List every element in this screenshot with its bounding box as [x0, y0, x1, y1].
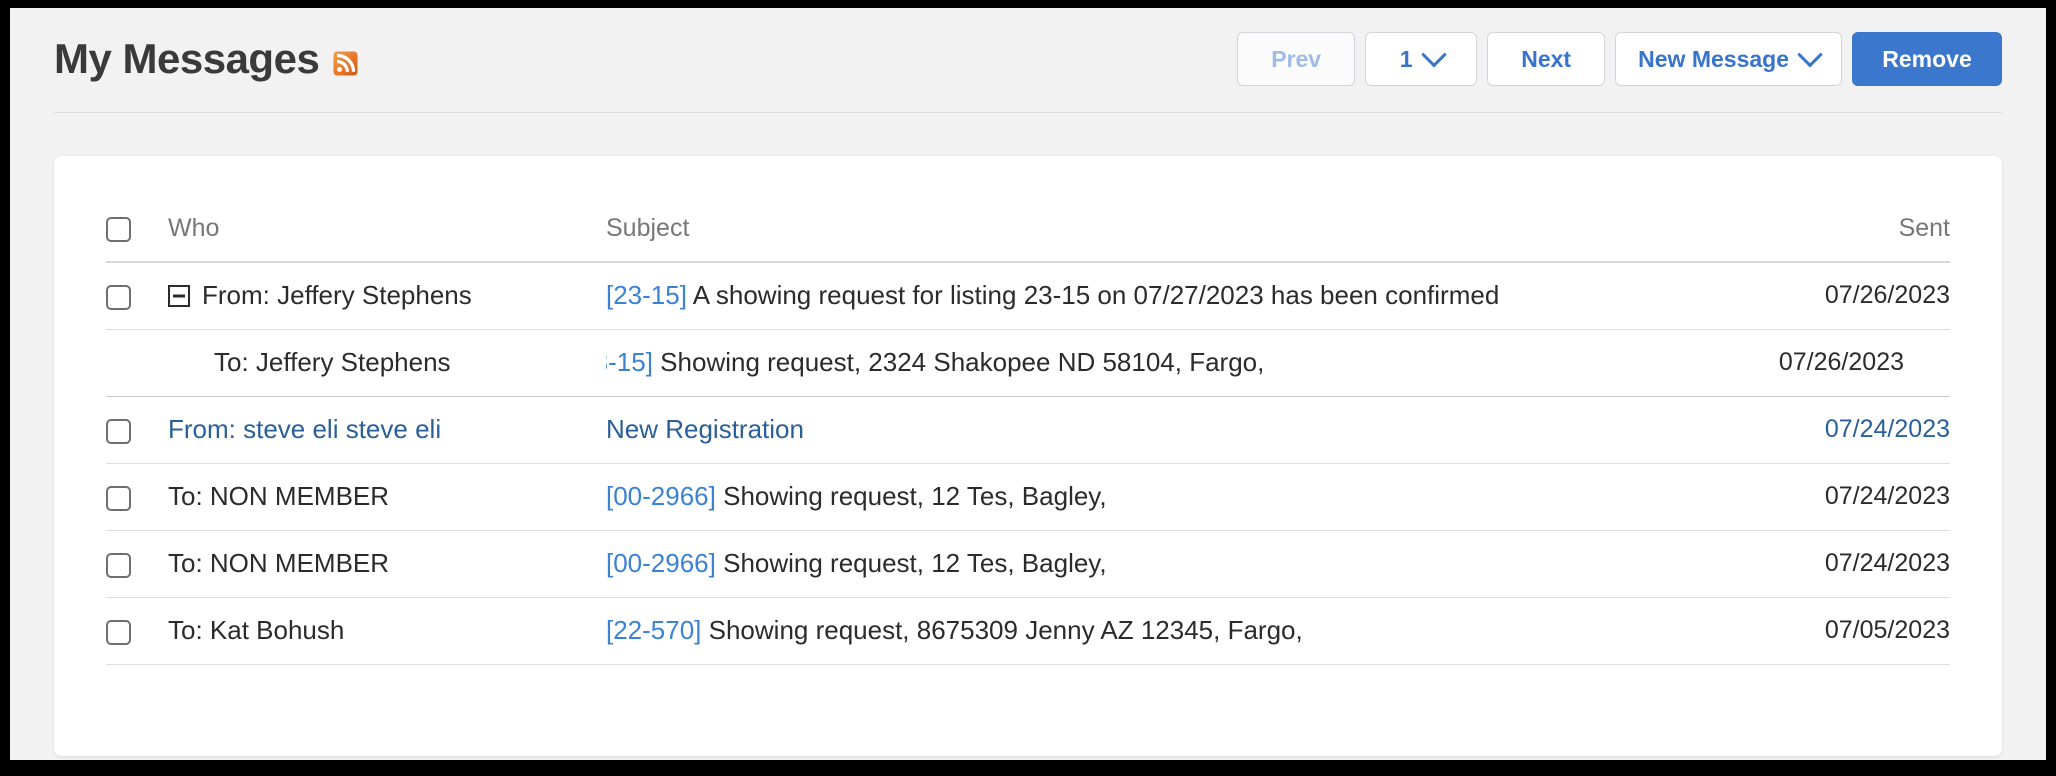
who-cell: To: Jeffery Stephens [168, 329, 606, 397]
who-header: Who [168, 214, 606, 263]
table-row[interactable]: To: NON MEMBER [00-2966] Showing request,… [106, 530, 1950, 598]
sent-date-cell: 07/05/2023 [1740, 597, 1950, 665]
new-message-button[interactable]: New Message [1615, 32, 1842, 86]
listing-id-link[interactable]: [00-2966] [606, 548, 716, 578]
sent-date-cell: 07/24/2023 [1740, 463, 1950, 531]
subject-text[interactable]: Showing request, 8675309 Jenny AZ 12345,… [701, 615, 1303, 645]
prev-button-label: Prev [1271, 45, 1322, 72]
table-header-row: Who Subject Sent [106, 214, 1950, 263]
table-row[interactable]: From: steve eli steve eli New Registratio… [106, 396, 1950, 464]
row-checkbox[interactable] [106, 485, 131, 511]
row-select-cell [106, 329, 168, 397]
table-row[interactable]: To: Kat Bohush [22-570] Showing request, … [106, 597, 1950, 665]
who-text: To: Kat Bohush [168, 615, 345, 645]
subject-text[interactable]: Showing request, 12 Tes, Bagley, [716, 548, 1107, 578]
listing-id-link[interactable]: [23-15] [606, 347, 653, 377]
who-cell: To: NON MEMBER [168, 530, 606, 598]
sent-date-cell: 07/26/2023 [1740, 262, 1950, 330]
row-checkbox[interactable] [106, 552, 131, 578]
remove-button-label: Remove [1882, 45, 1972, 72]
chevron-down-icon [1420, 42, 1447, 68]
who-cell: From: Jeffery Stephens [168, 262, 606, 330]
subject-cell: [00-2966] Showing request, 12 Tes, Bagle… [606, 463, 1740, 531]
toolbar: Prev 1 Next New Message Remove [1237, 32, 2002, 86]
rss-feed-icon[interactable] [333, 51, 358, 76]
new-message-button-label: New Message [1638, 45, 1789, 72]
chevron-down-icon [1797, 42, 1823, 68]
subject-text[interactable]: Showing request, 2324 Shakopee ND 58104,… [653, 347, 1264, 377]
page-select-button[interactable]: 1 [1365, 32, 1478, 86]
subject-header: Subject [606, 214, 1740, 263]
messages-table: Who Subject Sent From: Jeffery Stephens [… [106, 214, 1950, 665]
page-select-value: 1 [1399, 45, 1413, 72]
row-checkbox[interactable] [106, 418, 131, 444]
messages-table-body: From: Jeffery Stephens [23-15] A showing … [106, 262, 1950, 665]
subject-cell: [23-15] A showing request for listing 23… [606, 262, 1740, 330]
subject-text[interactable]: New Registration [606, 414, 804, 444]
next-button-label: Next [1521, 45, 1572, 72]
table-row[interactable]: From: Jeffery Stephens [23-15] A showing … [106, 262, 1950, 330]
subject-cell: [23-15] Showing request, 2324 Shakopee N… [606, 329, 1740, 397]
table-row[interactable]: To: NON MEMBER [00-2966] Showing request,… [106, 463, 1950, 531]
messages-card: Who Subject Sent From: Jeffery Stephens [… [54, 156, 2002, 756]
listing-id-link[interactable]: [22-570] [606, 615, 701, 645]
sent-date-cell: 07/24/2023 [1740, 396, 1950, 464]
who-text: From: steve eli steve eli [168, 414, 442, 444]
table-row[interactable]: To: Jeffery Stephens [23-15] Showing requ… [106, 329, 1950, 397]
select-all-checkbox[interactable] [106, 216, 131, 242]
listing-id-link[interactable]: [23-15] [606, 280, 687, 310]
who-text: To: NON MEMBER [168, 548, 390, 578]
sent-date-cell: 07/24/2023 [1740, 530, 1950, 598]
who-text: To: Jeffery Stephens [214, 347, 451, 377]
who-text: From: Jeffery Stephens [202, 280, 472, 310]
row-select-cell [106, 463, 168, 531]
row-select-cell [106, 597, 168, 665]
sent-date-cell: 07/26/2023 [1740, 329, 1950, 397]
select-all-header [106, 214, 168, 263]
page-header: My Messages Prev 1 Next New Message Remo… [10, 8, 2046, 140]
subject-text[interactable]: Showing request, 12 Tes, Bagley, [716, 481, 1107, 511]
collapse-thread-icon[interactable] [168, 284, 190, 307]
who-cell: From: steve eli steve eli [168, 396, 606, 464]
row-select-cell [106, 530, 168, 598]
subject-cell: [00-2966] Showing request, 12 Tes, Bagle… [606, 530, 1740, 598]
page-title: My Messages [54, 35, 320, 82]
row-checkbox[interactable] [106, 284, 131, 310]
row-select-cell [106, 262, 168, 330]
app-viewport: My Messages Prev 1 Next New Message Remo… [10, 8, 2046, 760]
row-select-cell [106, 396, 168, 464]
next-button[interactable]: Next [1487, 32, 1606, 86]
remove-button[interactable]: Remove [1852, 32, 2002, 86]
who-text: To: NON MEMBER [168, 481, 390, 511]
subject-cell: New Registration [606, 396, 1740, 464]
title-group: My Messages [54, 35, 358, 83]
row-checkbox[interactable] [106, 619, 131, 645]
subject-cell: [22-570] Showing request, 8675309 Jenny … [606, 597, 1740, 665]
messages-table-head: Who Subject Sent [106, 214, 1950, 263]
subject-text[interactable]: A showing request for listing 23-15 on 0… [687, 280, 1500, 310]
who-cell: To: Kat Bohush [168, 597, 606, 665]
sent-header: Sent [1740, 214, 1950, 263]
prev-button[interactable]: Prev [1237, 32, 1356, 86]
who-cell: To: NON MEMBER [168, 463, 606, 531]
listing-id-link[interactable]: [00-2966] [606, 481, 716, 511]
